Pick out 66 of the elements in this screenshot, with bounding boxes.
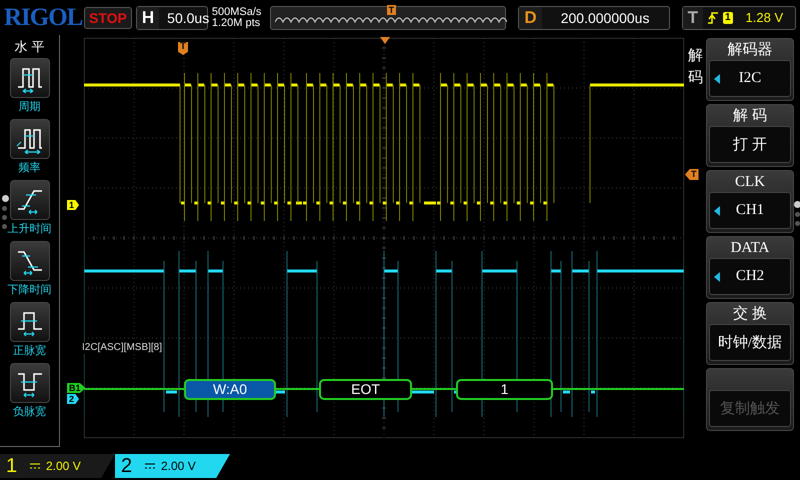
measure-button[interactable] xyxy=(10,363,50,403)
delay-value: 200.000000us xyxy=(560,10,650,26)
menu-softkey[interactable]: 交 换 时钟/数据 xyxy=(706,302,794,365)
decode-packet: W:A0 xyxy=(184,379,276,400)
measure-button[interactable] xyxy=(10,302,50,342)
timebase-display[interactable]: H 50.0us xyxy=(136,6,208,30)
measure-label: 负脉宽 xyxy=(13,404,46,419)
delay-display[interactable]: D 200.000000us xyxy=(518,6,670,30)
decode-format-label: I2C[ASC][MSB][8] xyxy=(82,342,162,354)
channel-number: 1 xyxy=(6,454,18,478)
channel-scale-tab[interactable]: 2 2.00 V xyxy=(115,454,230,478)
softkey-value: 复制触发 xyxy=(709,390,791,427)
measure-button[interactable] xyxy=(10,241,50,281)
softkey-value: CH2 xyxy=(709,258,791,295)
menu-softkey[interactable]: DATA CH2 xyxy=(706,236,794,299)
timebase-label: H xyxy=(136,6,160,28)
trigger-position-marker: T xyxy=(178,42,188,55)
softkey-value: I2C xyxy=(709,60,791,97)
trigger-level-marker: T xyxy=(685,169,698,180)
measure-label: 正脉宽 xyxy=(13,344,46,358)
channel-number: 2 xyxy=(121,454,134,478)
trigger-display[interactable]: T 1 1.28 V xyxy=(682,6,796,30)
channel-marker: 1 xyxy=(67,200,80,210)
channel-scale: 2.00 V xyxy=(161,459,196,473)
softkey-heading: 解 码 xyxy=(733,107,767,126)
softkey-value: CH1 xyxy=(709,192,791,229)
measure-button[interactable] xyxy=(10,180,50,220)
decode-packet: EOT xyxy=(319,379,412,400)
softkey-heading: DATA xyxy=(730,239,770,258)
measure-label: 下降时间 xyxy=(8,283,52,297)
softkey-heading: 解码器 xyxy=(728,41,772,60)
measure-button[interactable] xyxy=(10,119,50,159)
channel-scale-tab[interactable]: 1 2.00 V xyxy=(0,454,115,478)
decode-packet: 1 xyxy=(456,379,553,400)
brand-logo: RIGOL xyxy=(4,4,80,32)
channel-marker: B1 xyxy=(67,383,86,393)
measure-label: 上升时间 xyxy=(8,222,52,236)
sample-rate: 500MSa/s xyxy=(212,6,262,18)
trigger-position-marker: T xyxy=(386,4,396,14)
trigger-label: T xyxy=(682,6,703,28)
delay-label: D xyxy=(519,6,542,28)
measure-label: 频率 xyxy=(18,160,40,175)
menu-softkey[interactable]: 解码器 I2C xyxy=(706,38,794,101)
run-stop-button[interactable]: STOP xyxy=(84,6,132,28)
selector-arrow-icon xyxy=(714,206,720,216)
center-marker-icon xyxy=(380,37,390,44)
selector-arrow-icon xyxy=(714,74,720,84)
menu-softkey[interactable]: 解 码 打 开 xyxy=(706,104,794,167)
panel-title: 水 平 xyxy=(14,38,44,56)
selector-arrow-icon xyxy=(714,272,720,282)
measure-label: 周期 xyxy=(18,100,40,114)
dc-coupling-icon xyxy=(145,463,155,469)
softkey-heading: CLK xyxy=(735,173,765,192)
dc-coupling-icon xyxy=(30,463,40,469)
rising-edge-icon xyxy=(708,10,718,24)
measure-button[interactable] xyxy=(10,58,50,98)
trigger-source-badge: 1 xyxy=(722,12,733,24)
trigger-level: 1.28 V xyxy=(746,10,784,25)
memory-depth: 1.20M pts xyxy=(212,18,262,28)
menu-title: 解码 xyxy=(687,46,704,88)
channel-scale: 2.00 V xyxy=(46,459,81,473)
channel-marker: 2 xyxy=(67,394,80,404)
menu-softkey[interactable]: CLK CH1 xyxy=(706,170,794,233)
softkey-value: 打 开 xyxy=(709,126,791,163)
softkey-heading: 交 换 xyxy=(733,304,767,324)
softkey-value: 时钟/数据 xyxy=(709,324,791,361)
